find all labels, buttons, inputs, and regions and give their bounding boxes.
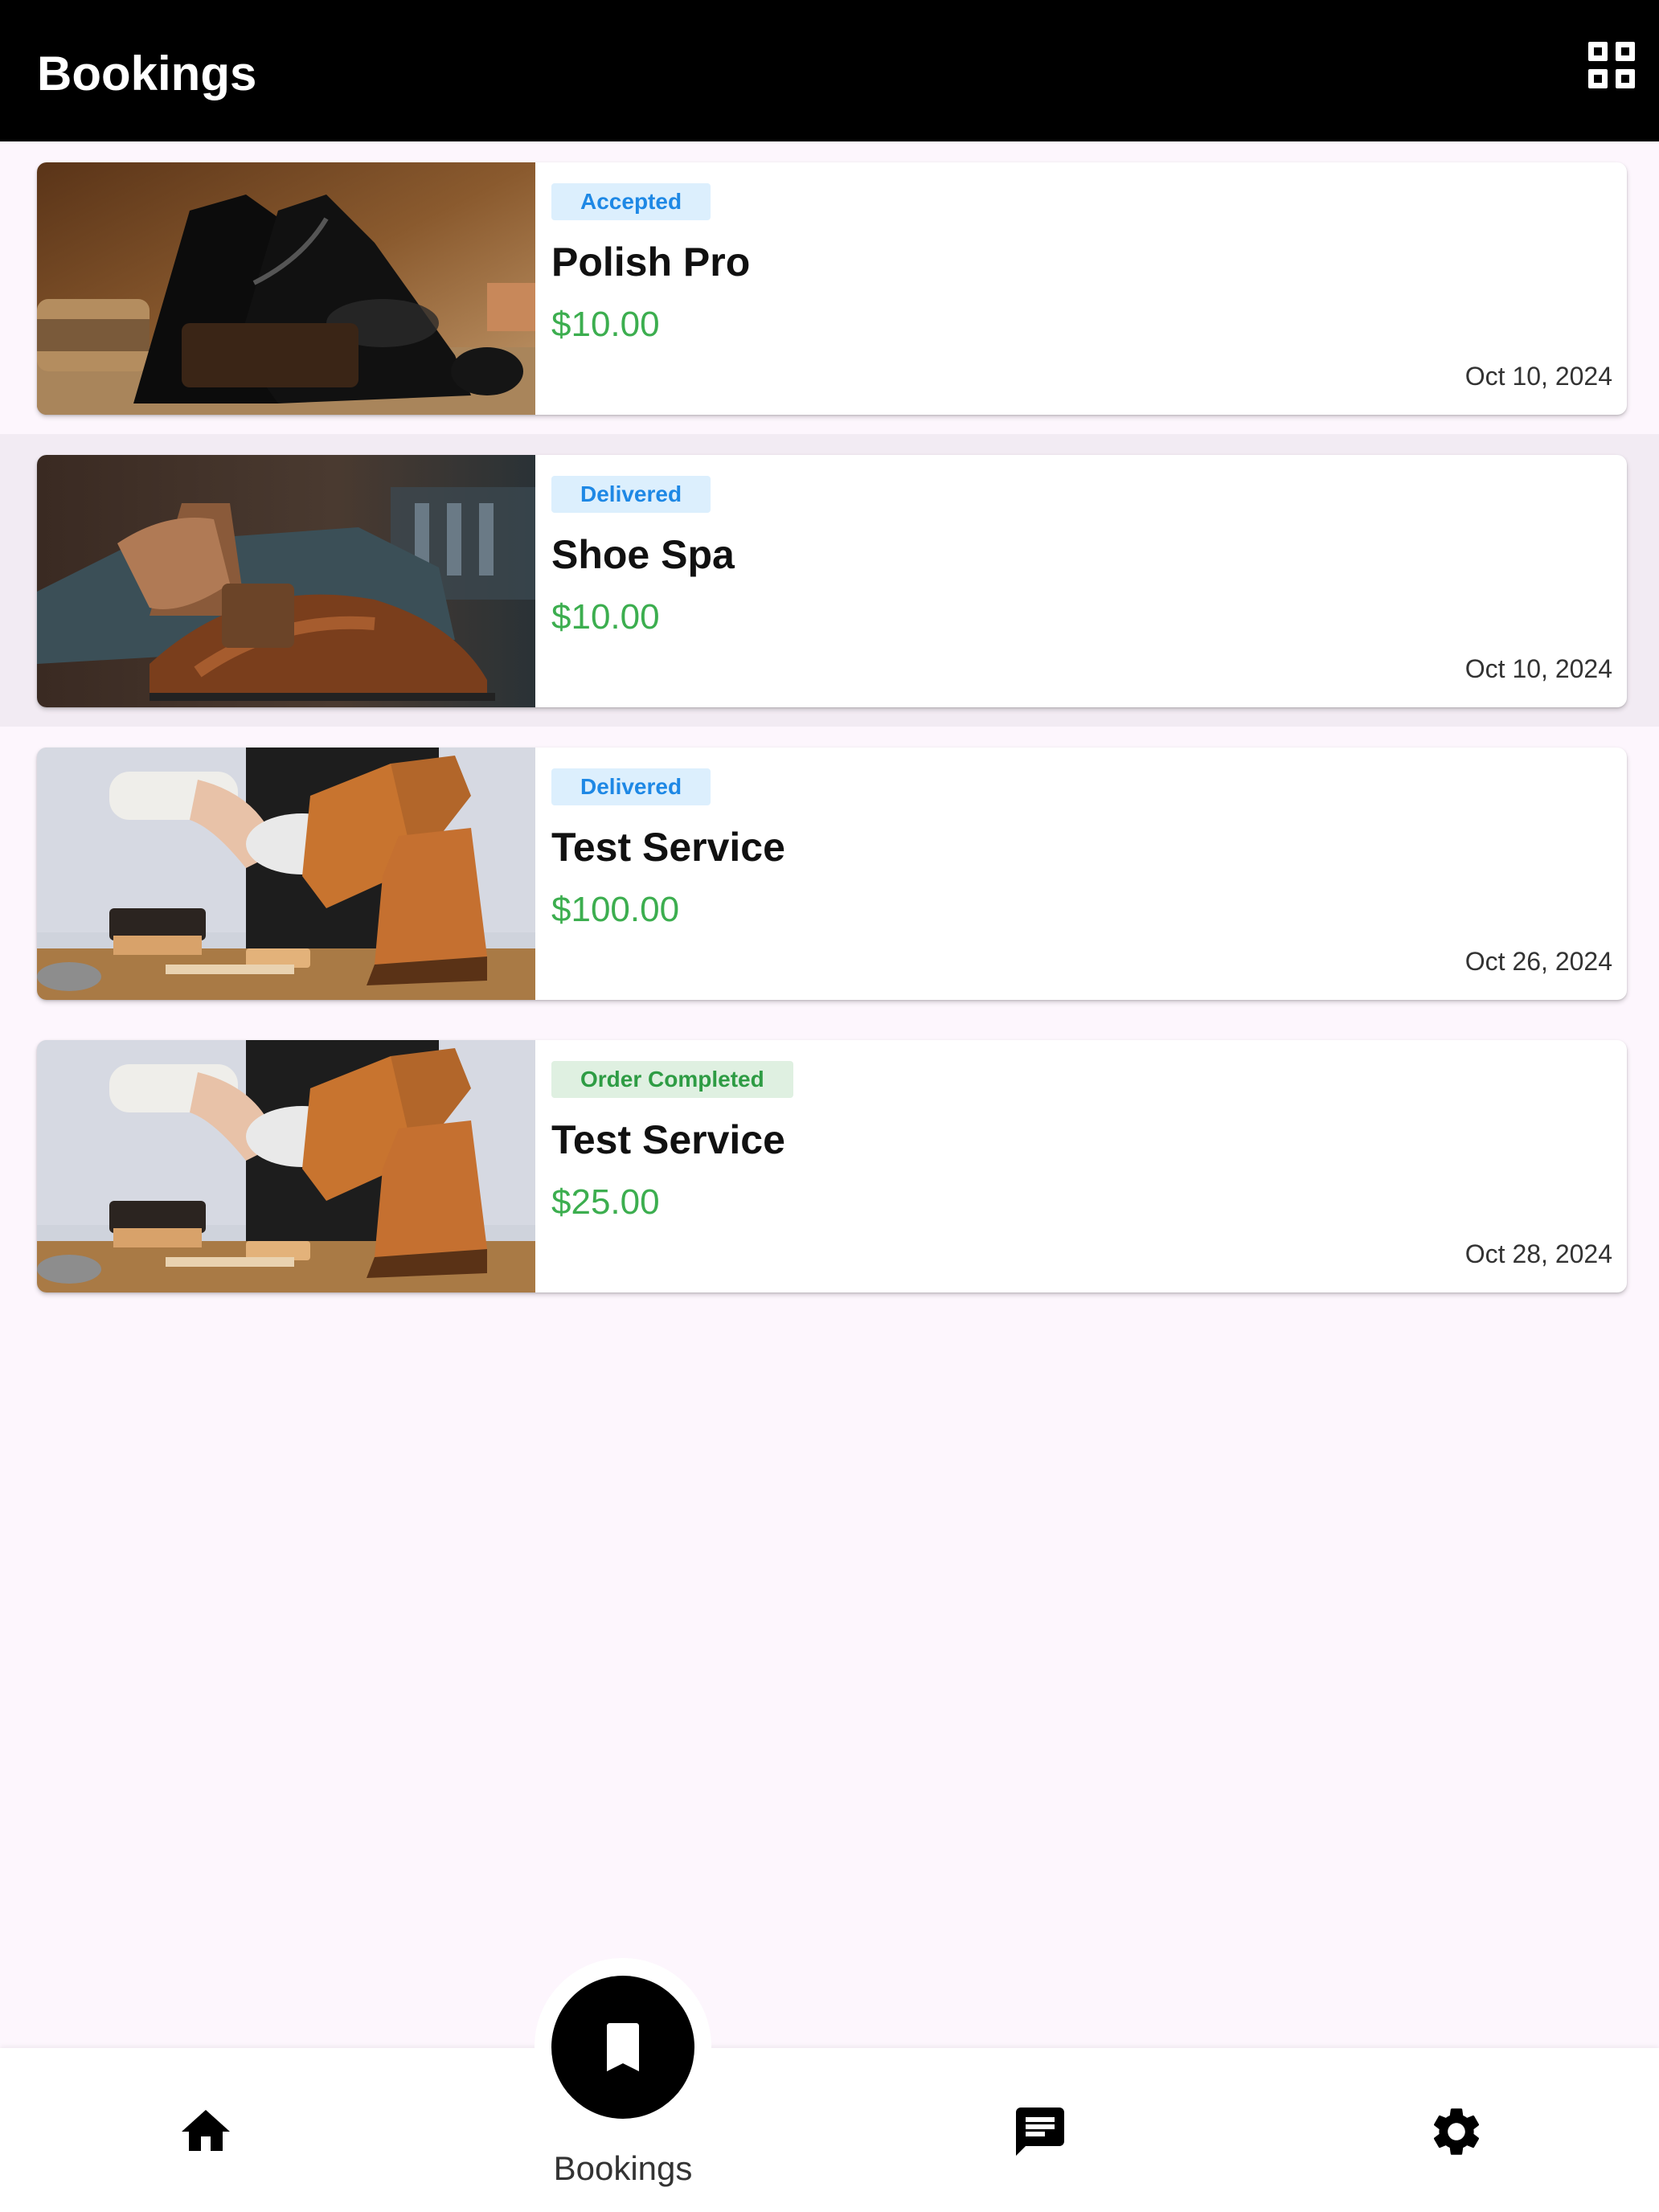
service-price: $10.00 [551, 597, 660, 637]
service-title: Shoe Spa [551, 532, 735, 577]
booking-row[interactable]: Delivered Shoe Spa $10.00 Oct 10, 2024 [0, 434, 1659, 727]
booking-date: Oct 28, 2024 [1464, 1239, 1612, 1268]
status-badge: Delivered [551, 476, 711, 513]
booking-card[interactable]: Order Completed Test Service $25.00 Oct … [37, 1040, 1627, 1292]
service-image [37, 1040, 535, 1292]
status-badge: Accepted [551, 183, 711, 220]
grid-view-icon[interactable] [1588, 42, 1640, 93]
chat-icon[interactable] [1011, 2103, 1069, 2161]
service-price: $10.00 [551, 305, 660, 344]
booking-card[interactable]: Delivered Shoe Spa $10.00 Oct 10, 2024 [37, 455, 1627, 707]
service-title: Test Service [551, 1117, 785, 1162]
booking-date: Oct 26, 2024 [1464, 947, 1612, 976]
booking-info: Accepted Polish Pro $10.00 Oct 10, 2024 [551, 162, 1627, 415]
service-image [37, 748, 535, 1000]
bookmark-icon [607, 2023, 639, 2071]
booking-card[interactable]: Delivered Test Service $100.00 Oct 26, 2… [37, 748, 1627, 1000]
booking-info: Delivered Test Service $100.00 Oct 26, 2… [551, 748, 1627, 1000]
booking-card[interactable]: Accepted Polish Pro $10.00 Oct 10, 2024 [37, 162, 1627, 415]
booking-info: Order Completed Test Service $25.00 Oct … [551, 1040, 1627, 1292]
booking-date: Oct 10, 2024 [1464, 654, 1612, 683]
service-title: Polish Pro [551, 240, 751, 285]
service-price: $25.00 [551, 1182, 660, 1222]
home-icon[interactable] [177, 2103, 235, 2161]
bookings-fab-button[interactable] [551, 1976, 694, 2119]
nav-label-bookings[interactable]: Bookings [482, 2146, 764, 2191]
booking-row[interactable]: Delivered Test Service $100.00 Oct 26, 2… [0, 727, 1659, 1019]
page-title: Bookings [37, 47, 257, 100]
settings-gear-icon[interactable] [1428, 2103, 1485, 2161]
service-price: $100.00 [551, 890, 680, 929]
booking-row[interactable]: Accepted Polish Pro $10.00 Oct 10, 2024 [0, 141, 1659, 434]
service-title: Test Service [551, 825, 785, 870]
status-badge: Delivered [551, 768, 711, 805]
status-badge: Order Completed [551, 1061, 793, 1098]
booking-date: Oct 10, 2024 [1464, 362, 1612, 391]
bottom-navigation [0, 2048, 1659, 2212]
booking-info: Delivered Shoe Spa $10.00 Oct 10, 2024 [551, 455, 1627, 707]
app-bar: Bookings [0, 0, 1659, 141]
service-image [37, 162, 535, 415]
booking-row[interactable]: Order Completed Test Service $25.00 Oct … [0, 1019, 1659, 1312]
service-image [37, 455, 535, 707]
